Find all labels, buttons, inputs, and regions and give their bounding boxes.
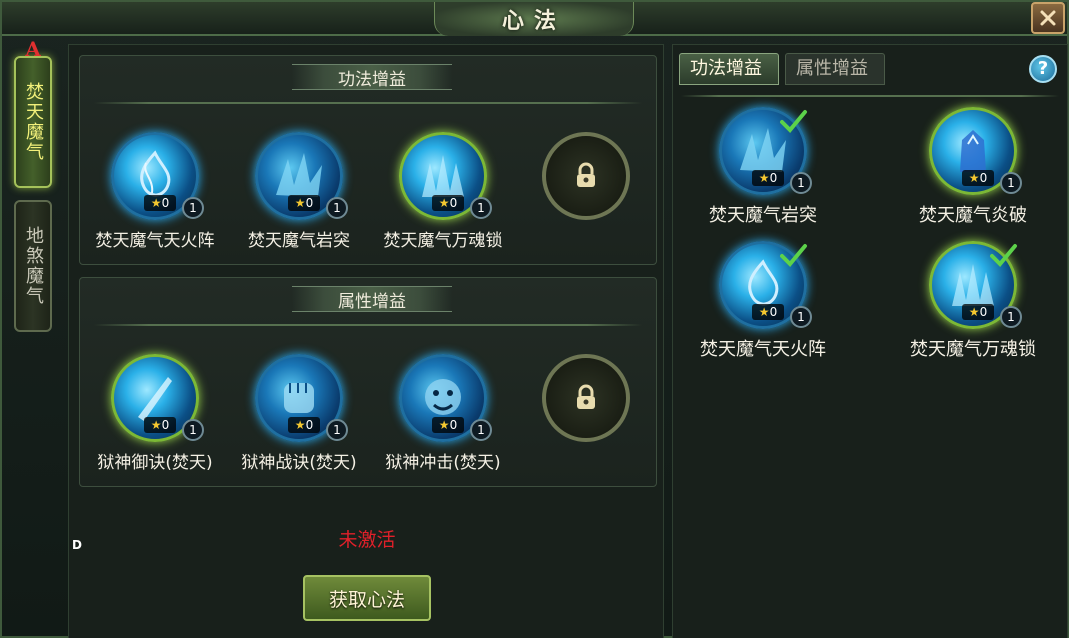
skill-name: 焚天魔气岩突: [709, 205, 817, 226]
level-badge: 1: [790, 172, 812, 194]
skill-name: 焚天魔气天火阵: [95, 231, 215, 251]
level-badge: 1: [326, 197, 348, 219]
skill-name: 焚天魔气岩突: [248, 231, 350, 251]
tab-skill-bonus[interactable]: 功法增益: [679, 53, 779, 85]
locked-slot[interactable]: [542, 132, 630, 220]
star-count: ★0: [962, 170, 994, 186]
right-panel: 功法增益 属性增益 ? ★0 1 焚天魔气岩突 ★0 1 焚天魔气炎破 ★0 1…: [672, 44, 1068, 638]
side-tab-disha[interactable]: 地煞魔气: [14, 200, 52, 332]
star-count: ★0: [288, 417, 320, 433]
skill-name: 狱神冲击(焚天): [385, 453, 501, 473]
skill-slot[interactable]: ★0 1 焚天魔气岩突: [224, 132, 374, 251]
level-badge: 1: [326, 419, 348, 441]
level-badge: 1: [470, 419, 492, 441]
skill-slot[interactable]: ★0 1 焚天魔气天火阵: [80, 132, 230, 251]
level-badge: 1: [182, 197, 204, 219]
owned-skill[interactable]: ★0 1 焚天魔气万魂锁: [883, 241, 1063, 361]
skill-orb: ★0 1: [719, 107, 812, 195]
owned-skill[interactable]: ★0 1 焚天魔气岩突: [673, 107, 853, 227]
skill-name: 狱神御诀(焚天): [97, 453, 213, 473]
star-count: ★0: [432, 195, 464, 211]
help-icon[interactable]: ?: [1029, 55, 1057, 83]
star-count: ★0: [752, 170, 784, 186]
side-tab-fentian[interactable]: 焚天魔气: [14, 56, 52, 188]
star-count: ★0: [144, 417, 176, 433]
status-text: 未激活: [338, 529, 396, 551]
check-icon: [990, 244, 1017, 267]
skill-slot[interactable]: ★0 1 狱神战诀(焚天): [224, 354, 374, 473]
skill-orb: ★0 1: [255, 132, 348, 220]
owned-skill[interactable]: ★0 1 焚天魔气炎破: [883, 107, 1063, 227]
level-badge: 1: [182, 419, 204, 441]
section-title: 属性增益: [292, 286, 452, 312]
tab-attribute-bonus[interactable]: 属性增益: [785, 53, 885, 85]
divider: [94, 324, 642, 326]
skill-orb: ★0 1: [255, 354, 348, 442]
skill-orb: ★0 1: [111, 132, 204, 220]
window-title: 心法: [501, 8, 566, 34]
star-count: ★0: [752, 304, 784, 320]
star-count: ★0: [962, 304, 994, 320]
divider: [94, 102, 642, 104]
left-panel: 功法增益 ★0 1 焚天魔气天火阵 ★0 1 焚天魔气岩突 ★0 1 焚天魔气万…: [68, 44, 664, 638]
skill-name: 焚天魔气天火阵: [700, 339, 826, 360]
section-attribute-bonus: 属性增益 ★0 1 狱神御诀(焚天) ★0 1 狱神战诀(焚天) ★0 1 狱神…: [79, 277, 657, 487]
skill-name: 焚天魔气万魂锁: [383, 231, 503, 251]
title-bar: 心法: [2, 2, 1067, 36]
lock-icon: [577, 162, 595, 187]
locked-slot[interactable]: [542, 354, 630, 442]
skill-name: 焚天魔气炎破: [919, 205, 1027, 226]
get-skill-button[interactable]: 获取心法: [303, 575, 431, 621]
skill-orb: ★0 1: [399, 132, 492, 220]
close-button[interactable]: [1031, 2, 1065, 34]
check-icon: [780, 110, 807, 133]
skill-orb: ★0 1: [929, 107, 1022, 195]
owned-skill[interactable]: ★0 1 焚天魔气天火阵: [673, 241, 853, 361]
skill-orb: ★0 1: [111, 354, 204, 442]
side-tab-label: 地煞魔气: [23, 226, 44, 306]
side-tab-label: 焚天魔气: [23, 82, 44, 162]
title-plate: 心法: [434, 2, 634, 36]
level-badge: 1: [790, 306, 812, 328]
side-badge: A: [25, 37, 41, 61]
level-badge: 1: [1000, 306, 1022, 328]
marker-label: D: [72, 538, 82, 552]
lock-icon: [577, 384, 595, 409]
close-x-icon: [1040, 10, 1056, 26]
skill-orb: ★0 1: [399, 354, 492, 442]
skill-name: 焚天魔气万魂锁: [910, 339, 1036, 360]
skill-slot[interactable]: ★0 1 狱神御诀(焚天): [80, 354, 230, 473]
skill-name: 狱神战诀(焚天): [241, 453, 357, 473]
skill-orb: ★0 1: [929, 241, 1022, 329]
skill-orb: ★0 1: [719, 241, 812, 329]
star-count: ★0: [144, 195, 176, 211]
skill-window: 心法 焚天魔气 A 地煞魔气 功法增益 ★0 1 焚天魔气天火阵 ★0 1 焚天…: [0, 0, 1069, 638]
divider: [681, 95, 1059, 97]
check-icon: [780, 244, 807, 267]
star-count: ★0: [432, 417, 464, 433]
section-title: 功法增益: [292, 64, 452, 90]
star-count: ★0: [288, 195, 320, 211]
level-badge: 1: [1000, 172, 1022, 194]
skill-slot[interactable]: ★0 1 狱神冲击(焚天): [368, 354, 518, 473]
section-skill-bonus: 功法增益 ★0 1 焚天魔气天火阵 ★0 1 焚天魔气岩突 ★0 1 焚天魔气万…: [79, 55, 657, 265]
level-badge: 1: [470, 197, 492, 219]
skill-slot[interactable]: ★0 1 焚天魔气万魂锁: [368, 132, 518, 251]
